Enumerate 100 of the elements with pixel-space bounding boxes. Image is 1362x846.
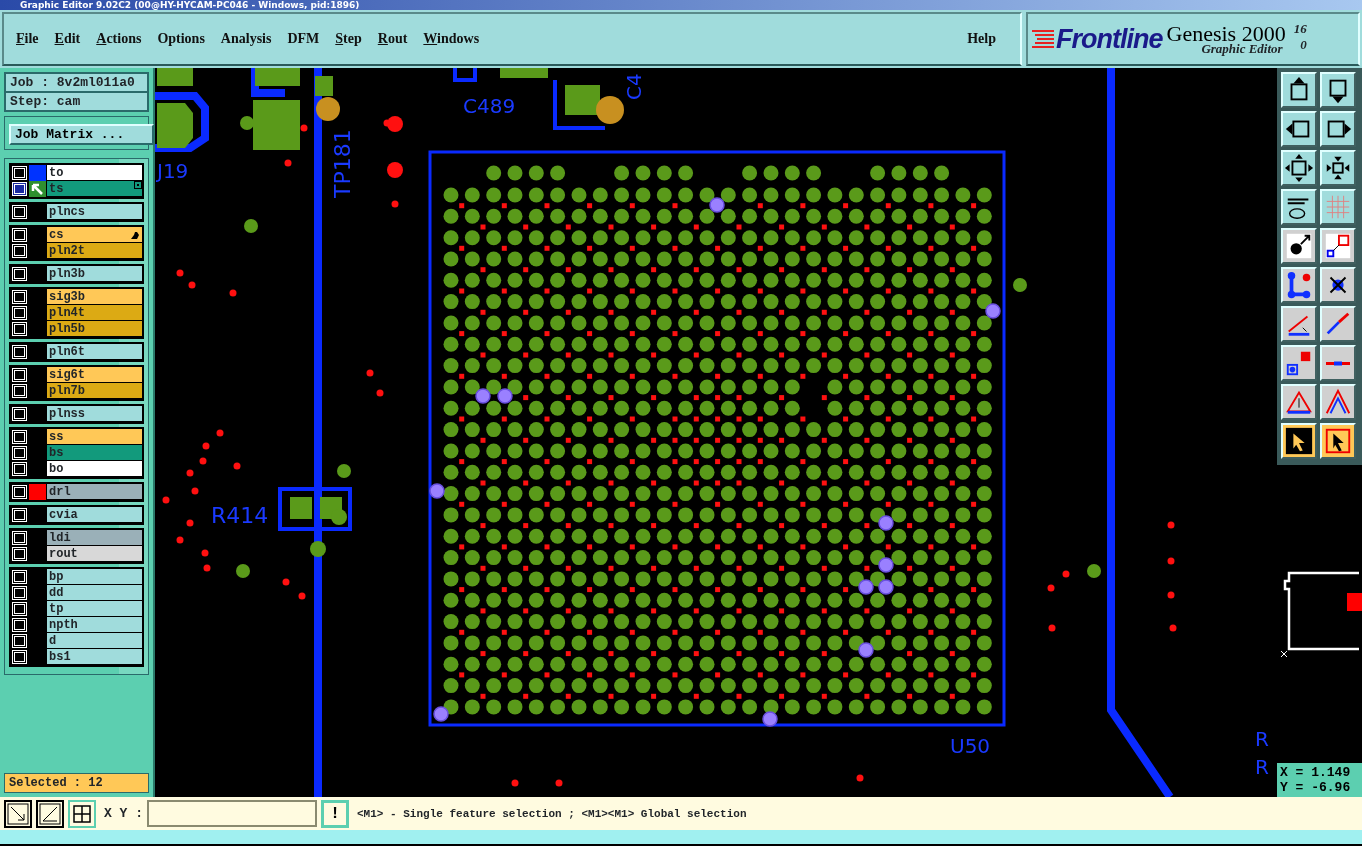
window-title: Graphic Editor 9.02C2 (00@HY-HYCAM-PC046 - Windows, pid:1896) (0, 0, 1362, 10)
layer-checkbox[interactable] (12, 547, 27, 561)
layer-checkbox[interactable] (12, 634, 27, 648)
layer-name[interactable]: plncs (47, 204, 142, 219)
scale-icon (1323, 231, 1353, 261)
layer-name[interactable]: sig6t (47, 367, 142, 382)
layer-checkbox[interactable] (12, 306, 27, 320)
layer-name[interactable]: bp (47, 569, 142, 584)
menu-item[interactable]: Edit (46, 31, 89, 47)
job-name: Job : 8v2ml011a0 (5, 73, 148, 92)
xy-input-field[interactable] (147, 800, 317, 827)
layer-checkbox[interactable] (12, 602, 27, 616)
menu-item[interactable]: DFM (279, 31, 328, 47)
layer-checkbox[interactable] (12, 290, 27, 304)
layer-checkbox[interactable] (12, 244, 27, 258)
layer-name[interactable]: dd (47, 585, 142, 600)
layer-checkbox[interactable] (12, 368, 27, 382)
layer-name[interactable]: pln6t (47, 344, 142, 359)
layer-name[interactable]: d (47, 633, 142, 648)
layer-checkbox[interactable] (12, 462, 27, 476)
tool-button[interactable] (1281, 306, 1317, 342)
layer-checkbox[interactable] (12, 650, 27, 664)
layer-name[interactable]: plnss (47, 406, 142, 421)
version-text: 16 (1293, 21, 1307, 37)
layer-name[interactable]: pln5b (47, 321, 142, 336)
layer-checkbox[interactable] (12, 430, 27, 444)
tool-button[interactable] (1320, 72, 1356, 108)
layer-checkbox[interactable] (12, 407, 27, 421)
tool-button[interactable] (1320, 423, 1356, 459)
tool-button[interactable] (1281, 72, 1317, 108)
layer-label: pln4t (49, 305, 85, 320)
layer-name[interactable]: bs (47, 445, 142, 460)
layer-label: plncs (49, 204, 85, 219)
layer-name[interactable]: tp (47, 601, 142, 616)
tool-button[interactable] (1320, 384, 1356, 420)
layer-label: ldi (49, 530, 71, 545)
tool-button[interactable] (1281, 345, 1317, 381)
tool-button[interactable] (1281, 267, 1317, 303)
layer-checkbox[interactable] (12, 570, 27, 584)
layer-checkbox[interactable] (12, 166, 27, 180)
menu-item[interactable]: File (8, 31, 47, 47)
tool-button[interactable] (1320, 189, 1356, 225)
layer-name[interactable]: pln7b (47, 383, 142, 398)
layer-name[interactable]: npth (47, 617, 142, 632)
layer-label: cvia (49, 507, 78, 522)
layer-checkbox[interactable] (12, 508, 27, 522)
layer-name[interactable]: pln3b (47, 266, 142, 281)
layer-checkbox[interactable] (12, 322, 27, 336)
tool-button[interactable] (1320, 267, 1356, 303)
layer-label: bo (49, 461, 64, 476)
layer-checkbox[interactable] (12, 228, 27, 242)
alert-button[interactable]: ! (321, 799, 349, 828)
angle-icon[interactable] (39, 802, 61, 825)
layer-name[interactable]: ts (47, 181, 142, 196)
tool-button[interactable] (1320, 345, 1356, 381)
layer-name[interactable]: pln4t (47, 305, 142, 320)
tool-button[interactable] (1320, 111, 1356, 147)
layer-checkbox[interactable] (12, 618, 27, 632)
layer-name[interactable]: rout (47, 546, 142, 561)
layer-checkbox[interactable] (12, 531, 27, 545)
layer-name[interactable]: sig3b (47, 289, 142, 304)
menu-item[interactable]: Windows (415, 31, 488, 47)
tool-button[interactable] (1320, 306, 1356, 342)
grid-snap-icon[interactable] (71, 802, 93, 825)
tool-button[interactable] (1281, 111, 1317, 147)
layer-name[interactable]: to (47, 165, 142, 180)
layer-name[interactable]: cvia (47, 507, 142, 522)
tool-button[interactable] (1281, 228, 1317, 264)
layer-checkbox[interactable] (12, 345, 27, 359)
menu-item[interactable]: Help (959, 31, 1004, 47)
menu-item[interactable]: Actions (88, 31, 150, 47)
layer-name[interactable]: bs1 (47, 649, 142, 664)
layer-checkbox[interactable] (12, 205, 27, 219)
layer-checkbox[interactable] (12, 267, 27, 281)
layer-name[interactable]: drl (47, 484, 142, 499)
layer-name[interactable]: ss (47, 429, 142, 444)
tool-button[interactable] (1281, 150, 1317, 186)
layer-label: dd (49, 585, 64, 600)
reference-label: R414 (211, 503, 269, 528)
tool-button[interactable] (1320, 228, 1356, 264)
tool-button[interactable] (1281, 384, 1317, 420)
tool-button[interactable] (1320, 150, 1356, 186)
tool-button[interactable] (1281, 423, 1317, 459)
layer-name[interactable]: cs (47, 227, 142, 242)
layer-name[interactable]: ldi (47, 530, 142, 545)
layer-name[interactable]: bo (47, 461, 142, 476)
menu-item[interactable]: Step (327, 31, 370, 47)
tool-button[interactable] (1281, 189, 1317, 225)
layer-name[interactable]: pln2t (47, 243, 142, 258)
menu-item[interactable]: Options (149, 31, 213, 47)
layer-checkbox[interactable] (12, 446, 27, 460)
layer-label: d (49, 633, 57, 648)
job-matrix-button[interactable]: Job Matrix ... (9, 124, 154, 145)
menu-item[interactable]: Analysis (212, 31, 280, 47)
menu-item[interactable]: Rout (369, 31, 416, 47)
layer-checkbox[interactable] (12, 485, 27, 499)
selected-count: Selected : 12 (4, 773, 149, 793)
layer-checkbox[interactable] (12, 384, 27, 398)
layer-checkbox[interactable] (12, 586, 27, 600)
layer-checkbox[interactable] (12, 182, 27, 196)
